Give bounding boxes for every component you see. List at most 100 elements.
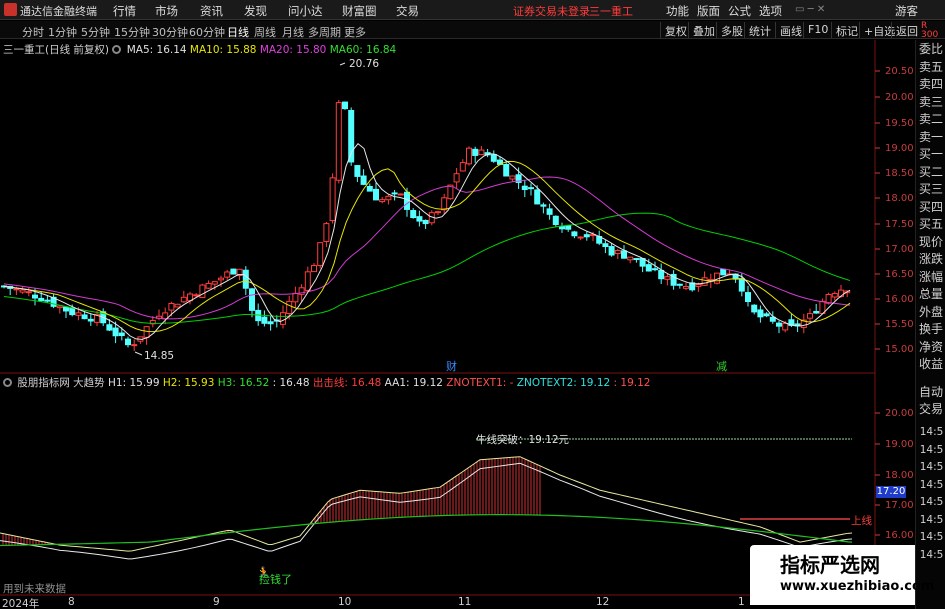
candle-body [571, 231, 578, 237]
candle-body [224, 271, 231, 278]
candle-body [528, 187, 534, 190]
candle-body [763, 313, 770, 317]
ma5-value: MA5: 16.14 [126, 44, 187, 56]
candle-body [577, 236, 584, 239]
ytick-1600: 16.00 [885, 294, 914, 305]
timeline-year: 2024年 [2, 598, 40, 609]
ytick-1850: 18.50 [885, 168, 914, 179]
candle-body [521, 185, 528, 191]
candle-body [360, 175, 367, 185]
candle-body [397, 193, 404, 196]
side-label-7: 买二 [918, 164, 943, 179]
candle-body [540, 204, 547, 207]
candle-body [695, 284, 702, 287]
watermark-title: 指标严选网 [780, 553, 880, 577]
side-label-1: 卖五 [918, 59, 943, 74]
candle-body [280, 312, 286, 325]
side-label-18: 收益 [918, 357, 943, 371]
watermark-url: www.xuezhibiao.com [780, 579, 935, 594]
sub-settings-gear-icon[interactable] [3, 378, 12, 387]
candle-body [249, 288, 255, 311]
candle-body [174, 303, 181, 308]
candle-body [342, 101, 348, 110]
candle-body [87, 318, 94, 322]
ytick-1900: 19.00 [885, 143, 914, 154]
y-tick-marks [875, 70, 880, 536]
side-time-2: 14:5 [919, 461, 944, 473]
ytick-1800: 18.00 [885, 193, 914, 204]
candle-body [19, 289, 26, 293]
side-label2-1[interactable]: 交易 [918, 403, 944, 415]
candle-body [168, 302, 175, 311]
candle-body [534, 189, 541, 205]
ma10-line [3, 160, 851, 333]
candle-body [813, 310, 820, 314]
candle-body [323, 223, 330, 242]
candle-body [435, 211, 441, 214]
ytick-1950: 19.50 [885, 118, 914, 129]
candle-body [329, 177, 336, 222]
side-time-3: 14:5 [919, 478, 944, 491]
candle-body [608, 246, 615, 256]
znotext1-value: ZNOTEXT1: - [446, 377, 514, 389]
candle-body [131, 344, 138, 347]
candle-body [44, 299, 51, 302]
candle-body [75, 312, 82, 316]
candle-body [490, 154, 497, 162]
side-label-17: 净资 [918, 339, 943, 354]
side-label-8: 买三 [918, 182, 943, 196]
future-data-notice: 用到未来数据 [3, 583, 66, 595]
ytick-1650: 16.50 [885, 269, 914, 280]
indicator-name[interactable]: 股朋指标网 大趋势 [17, 377, 104, 389]
side-label-10: 买五 [918, 217, 943, 231]
h1-value: H1: 15.99 [108, 377, 160, 389]
candle-body [366, 185, 373, 192]
candle-body [205, 282, 212, 289]
side-label-2: 卖四 [918, 77, 943, 91]
side-time-0: 14:5 [919, 426, 944, 438]
candle-body [776, 322, 782, 327]
candle-body [720, 268, 727, 276]
candle-body [664, 276, 671, 280]
timeline-nov: 11 [458, 596, 472, 608]
low-price-label: 14.85 [144, 350, 175, 362]
candle-body [658, 269, 665, 280]
sub-ytick-2000: 20.00 [885, 408, 914, 419]
side-time-5: 14:5 [919, 513, 944, 526]
candle-body [757, 309, 764, 318]
sub-legend: 股朋指标网 大趋势 H1: 15.99 H2: 15.93 H3: 16.52 … [3, 375, 650, 390]
stock-title[interactable]: 三一重工(日线 前复权) [3, 44, 109, 56]
candle-body [441, 197, 448, 211]
side-header[interactable]: R 300 [921, 22, 938, 40]
chuji-value: 出击线: 16.48 [312, 377, 382, 389]
price-marker: 17.20 [876, 486, 906, 498]
jianqian-label: 捡钱了 [259, 573, 292, 586]
znotext2-value: ZNOTEXT2: 19.12 [516, 377, 611, 389]
ytick-1500: 15.00 [885, 344, 914, 355]
candle-body [199, 284, 206, 299]
h3-extra: : 16.48 [272, 377, 310, 389]
side-label-11: 现价 [918, 234, 943, 249]
settings-gear-icon[interactable] [112, 45, 122, 54]
candle-body [614, 249, 621, 255]
candle-body [782, 322, 789, 331]
side-label-5: 卖一 [918, 129, 943, 144]
high-pointer [339, 62, 346, 66]
side-label-6: 买一 [918, 147, 943, 161]
candle-body [633, 258, 640, 261]
sub-ytick-1700: 17.00 [885, 500, 914, 511]
side-label2-0[interactable]: 自动 [918, 386, 944, 398]
ma20-line [3, 176, 851, 320]
candle-body [38, 297, 45, 302]
chart-canvas[interactable] [0, 0, 945, 609]
cai-marker[interactable]: 财 [446, 358, 457, 374]
candle-body [627, 256, 634, 261]
candle-body [230, 268, 237, 275]
jian-marker[interactable]: 减 [716, 358, 727, 374]
candle-body [118, 332, 125, 337]
candle-body [32, 294, 38, 299]
candle-body [69, 307, 76, 316]
breakout-label: 牛线突破：19.12元 [476, 434, 570, 446]
timeline-oct: 10 [338, 596, 352, 608]
candle-body [831, 292, 838, 298]
